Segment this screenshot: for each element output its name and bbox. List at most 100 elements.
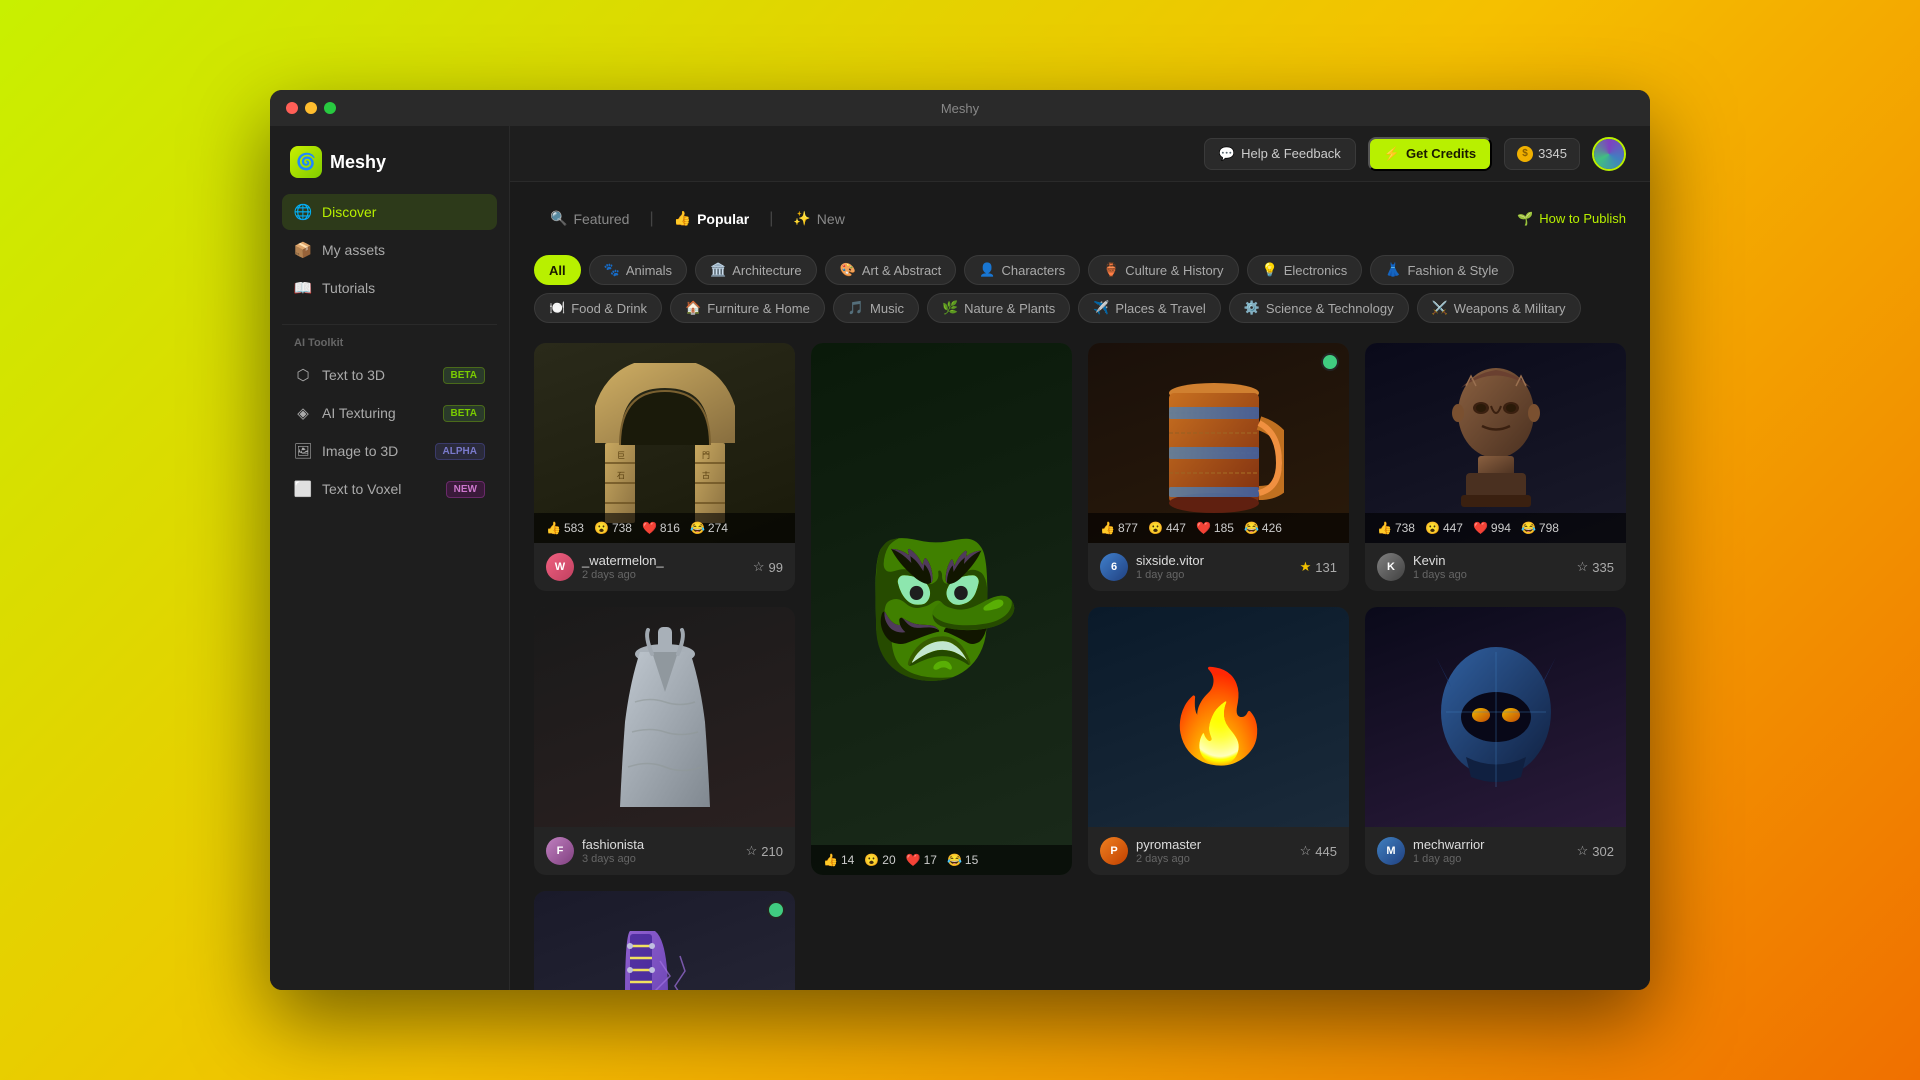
coin-icon: $ [1517, 146, 1533, 162]
featured-label: Featured [573, 211, 629, 227]
asset-card-bust[interactable]: 👍 738 😮 447 ❤️ 994 😂 798 K Kevin [1365, 343, 1626, 591]
filter-culture-history[interactable]: 🏺 Culture & History [1088, 255, 1238, 285]
sidebar-item-tutorials[interactable]: 📖 Tutorials [282, 270, 497, 306]
mug-3d-svg [1154, 363, 1284, 523]
maximize-button[interactable] [324, 102, 336, 114]
minimize-button[interactable] [305, 102, 317, 114]
stat-wow: 😮 738 [594, 521, 632, 535]
asset-card-goblin[interactable]: 👺 👍 14 😮 20 ❤️ 17 😂 15 S [811, 343, 1072, 875]
filter-art-abstract[interactable]: 🎨 Art & Abstract [825, 255, 957, 285]
tab-row: 🔍 Featured | 👍 Popular | ✨ New [534, 202, 1626, 235]
filter-characters[interactable]: 👤 Characters [964, 255, 1080, 285]
tab-featured[interactable]: 🔍 Featured [534, 202, 645, 235]
card-footer-arch: W _watermelon_ 2 days ago ☆ 99 [534, 543, 795, 591]
star-icon-dress: ☆ [746, 843, 758, 859]
filter-row: All 🐾 Animals 🏛️ Architecture 🎨 Art & Ab… [534, 255, 1626, 323]
music-icon: 🎵 [848, 300, 864, 316]
ai-texturing-badge: BETA [443, 405, 485, 422]
user-info-kevin: K Kevin 1 days ago [1377, 553, 1467, 581]
how-to-publish-link[interactable]: 🌱 How to Publish [1517, 211, 1626, 227]
topbar: 💬 Help & Feedback ⚡ Get Credits $ 3345 [510, 126, 1650, 182]
credits-number: 3345 [1538, 146, 1567, 161]
asset-card-helmet[interactable]: M mechwarrior 1 day ago ☆ 302 [1365, 607, 1626, 875]
usertime-kevin: 1 days ago [1413, 569, 1467, 581]
star-count-sixside: ★ 131 [1300, 559, 1337, 575]
filter-food-drink[interactable]: 🍽️ Food & Drink [534, 293, 662, 323]
card-footer-bust: K Kevin 1 days ago ☆ 335 [1365, 543, 1626, 591]
main-content: 💬 Help & Feedback ⚡ Get Credits $ 3345 [510, 126, 1650, 990]
stat-laugh: 😂 274 [690, 521, 728, 535]
get-credits-button[interactable]: ⚡ Get Credits [1368, 137, 1492, 171]
image-to-3d-icon: 🖼 [294, 442, 312, 460]
sidebar-item-text-to-3d-label: Text to 3D [322, 367, 385, 383]
card-footer-mug: 6 sixside.vitor 1 day ago ★ 131 [1088, 543, 1349, 591]
fashion-icon: 👗 [1385, 262, 1401, 278]
filter-architecture[interactable]: 🏛️ Architecture [695, 255, 817, 285]
card-image-fire: 🔥 [1088, 607, 1349, 827]
filter-electronics[interactable]: 💡 Electronics [1247, 255, 1363, 285]
filter-nature-plants[interactable]: 🌿 Nature & Plants [927, 293, 1070, 323]
user-meta-pyro: pyromaster 2 days ago [1136, 837, 1201, 865]
user-info-watermelon: W _watermelon_ 2 days ago [546, 553, 664, 581]
card-image-dress [534, 607, 795, 827]
helmet-3d-svg [1431, 637, 1561, 797]
text-to-3d-icon: ⬡ [294, 366, 312, 384]
close-button[interactable] [286, 102, 298, 114]
sidebar-item-ai-texturing[interactable]: ◈ AI Texturing BETA [282, 395, 497, 431]
asset-card-boot[interactable]: B bootmaker 5 hours ago ☆ 178 [534, 891, 795, 990]
asset-card-dress[interactable]: F fashionista 3 days ago ☆ 210 [534, 607, 795, 875]
filter-fashion-style[interactable]: 👗 Fashion & Style [1370, 255, 1513, 285]
user-avatar-mech: M [1377, 837, 1405, 865]
asset-card-fire[interactable]: 🔥 P pyromaster 2 days ago [1088, 607, 1349, 875]
star-count-watermelon: ☆ 99 [753, 559, 783, 575]
filter-all[interactable]: All [534, 255, 581, 285]
credits-label: Get Credits [1406, 146, 1476, 161]
user-avatar-pyro: P [1100, 837, 1128, 865]
username-sixside: sixside.vitor [1136, 553, 1204, 568]
text-to-voxel-icon: ⬜ [294, 480, 312, 498]
lightning-icon: ⚡ [1384, 146, 1400, 162]
star-icon-helmet: ☆ [1577, 843, 1589, 859]
stat-likes-bust: 👍 738 [1377, 521, 1415, 535]
sidebar-item-text-to-3d[interactable]: ⬡ Text to 3D BETA [282, 357, 497, 393]
sidebar-item-text-to-voxel[interactable]: ⬜ Text to Voxel NEW [282, 471, 497, 507]
card-image-arch: 巨 石 門 古 👍 583 😮 738 ❤️ 816 😂 274 [534, 343, 795, 543]
filter-furniture-home[interactable]: 🏠 Furniture & Home [670, 293, 825, 323]
publish-icon: 🌱 [1517, 211, 1533, 227]
bust-3d-svg [1436, 358, 1556, 528]
sidebar-item-discover[interactable]: 🌐 Discover [282, 194, 497, 230]
filter-weapons-military[interactable]: ⚔️ Weapons & Military [1417, 293, 1581, 323]
new-icon: ✨ [793, 210, 810, 227]
popular-label: Popular [697, 211, 749, 227]
user-info-pyro: P pyromaster 2 days ago [1100, 837, 1201, 865]
filter-animals[interactable]: 🐾 Animals [589, 255, 687, 285]
asset-card-arch[interactable]: 巨 石 門 古 👍 583 😮 738 ❤️ 816 😂 274 [534, 343, 795, 591]
user-meta-watermelon: _watermelon_ 2 days ago [582, 553, 664, 581]
filter-art-label: Art & Abstract [862, 263, 941, 278]
filter-music[interactable]: 🎵 Music [833, 293, 919, 323]
usertime-mech: 1 day ago [1413, 853, 1485, 865]
filter-nature-label: Nature & Plants [964, 301, 1055, 316]
filter-science-tech[interactable]: ⚙️ Science & Technology [1229, 293, 1409, 323]
filter-all-label: All [549, 263, 566, 278]
stat-wow-bust: 😮 447 [1425, 521, 1463, 535]
filter-places-label: Places & Travel [1115, 301, 1205, 316]
star-icon-bust: ☆ [1577, 559, 1589, 575]
filter-science-label: Science & Technology [1266, 301, 1394, 316]
tab-new[interactable]: ✨ New [777, 202, 860, 235]
card-stats-bust: 👍 738 😮 447 ❤️ 994 😂 798 [1365, 513, 1626, 543]
sidebar-item-image-to-3d[interactable]: 🖼 Image to 3D ALPHA [282, 433, 497, 469]
card-stats-arch: 👍 583 😮 738 ❤️ 816 😂 274 [534, 513, 795, 543]
svg-text:巨: 巨 [617, 451, 625, 460]
ai-toolkit-label: AI Toolkit [282, 337, 497, 357]
filter-places-travel[interactable]: ✈️ Places & Travel [1078, 293, 1221, 323]
sidebar-item-my-assets[interactable]: 📦 My assets [282, 232, 497, 268]
tutorials-icon: 📖 [294, 279, 312, 297]
user-avatar[interactable] [1592, 137, 1626, 171]
asset-card-mug[interactable]: 👍 877 😮 447 ❤️ 185 😂 426 6 sixside.vitor [1088, 343, 1349, 591]
image-to-3d-badge: ALPHA [435, 443, 485, 460]
stat-heart: ❤️ 816 [642, 521, 680, 535]
help-feedback-button[interactable]: 💬 Help & Feedback [1204, 138, 1356, 170]
card-stats-goblin: 👍 14 😮 20 ❤️ 17 😂 15 [811, 845, 1072, 875]
tab-popular[interactable]: 👍 Popular [658, 202, 766, 235]
